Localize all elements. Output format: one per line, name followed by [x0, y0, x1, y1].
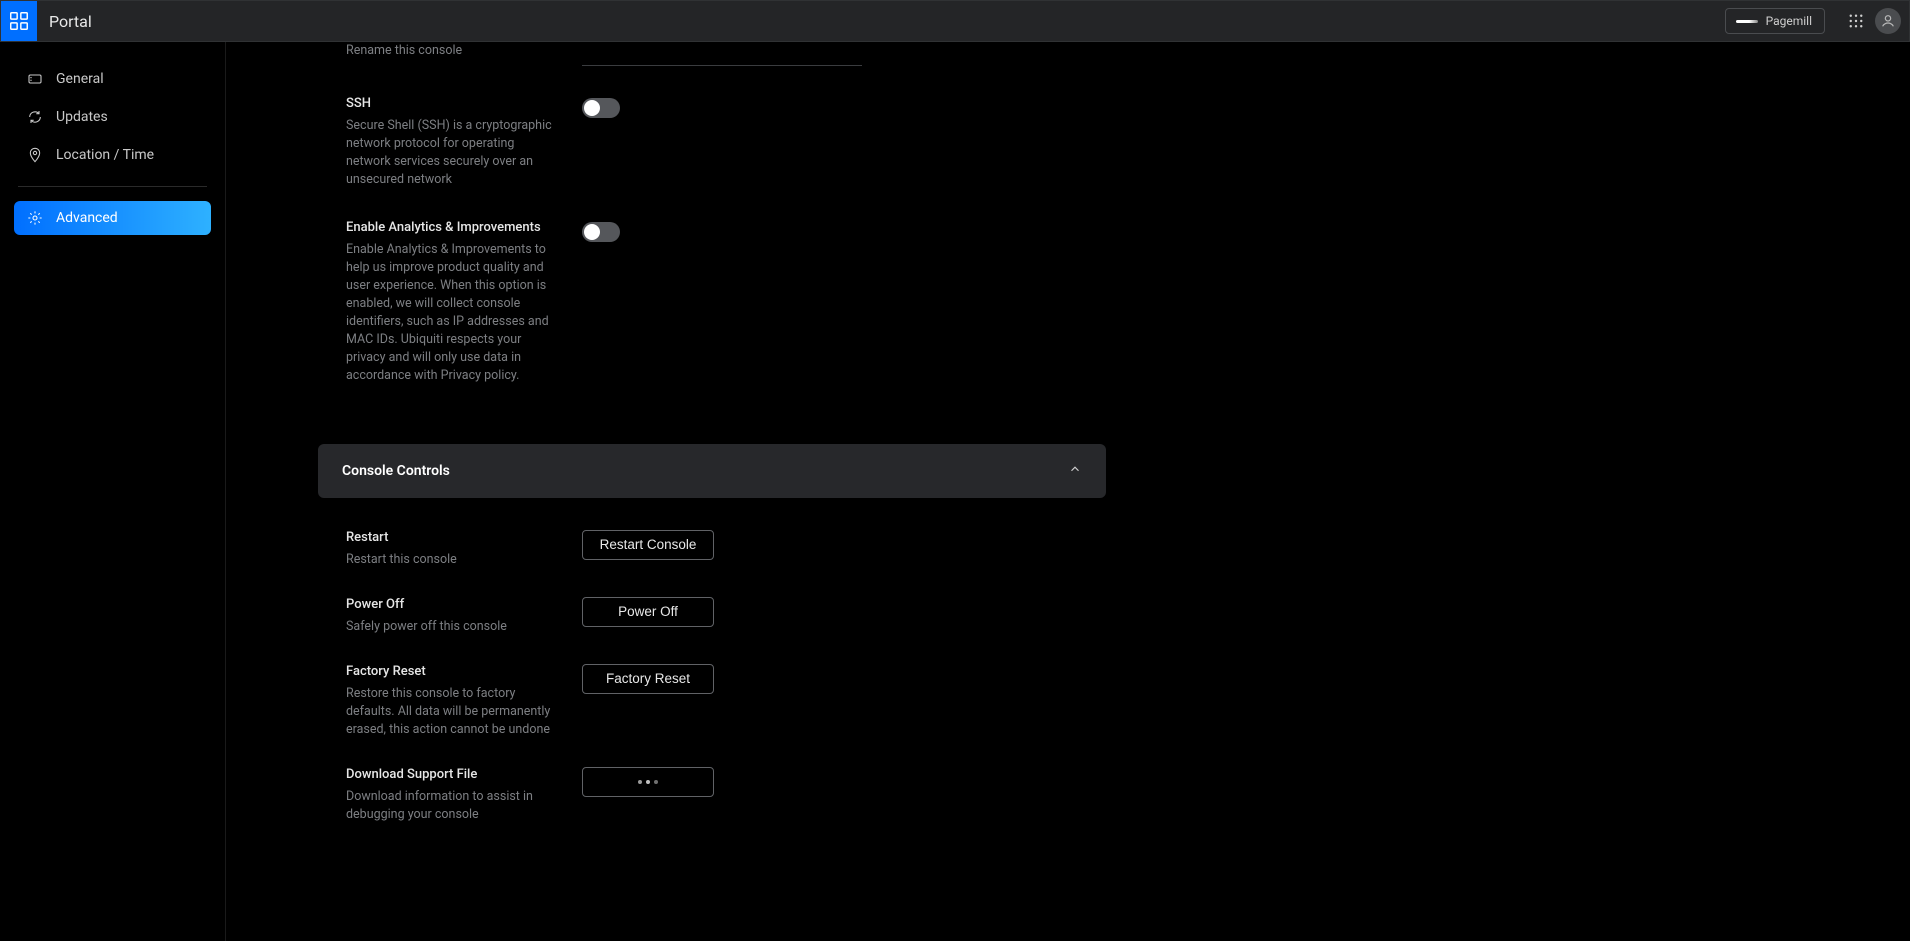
control-factory-reset: Factory Reset Restore this console to fa…	[318, 650, 1106, 753]
apps-grid-button[interactable]	[1843, 8, 1869, 34]
setting-title: Restart	[346, 530, 562, 545]
setting-ssh: SSH Secure Shell (SSH) is a cryptographi…	[318, 84, 1106, 208]
section-title: Console Controls	[342, 463, 450, 479]
setting-title: SSH	[346, 96, 562, 111]
setting-desc: Enable Analytics & Improvements to help …	[346, 241, 562, 386]
control-poweroff: Power Off Safely power off this console …	[318, 583, 1106, 650]
topbar: Portal Pagemill	[0, 0, 1910, 42]
location-icon	[26, 146, 44, 164]
setting-desc: Rename this console	[346, 42, 562, 60]
setting-title: Power Off	[346, 597, 562, 612]
factory-reset-button[interactable]: Factory Reset	[582, 664, 714, 694]
setting-analytics: Enable Analytics & Improvements Enable A…	[318, 208, 1106, 404]
setting-desc: Secure Shell (SSH) is a cryptographic ne…	[346, 117, 562, 190]
rename-input[interactable]	[582, 44, 862, 66]
analytics-toggle[interactable]	[582, 222, 620, 242]
sidebar-divider	[18, 186, 207, 187]
setting-title: Factory Reset	[346, 664, 562, 679]
app-logo[interactable]	[1, 1, 37, 41]
user-icon	[1880, 13, 1896, 29]
power-off-button[interactable]: Power Off	[582, 597, 714, 627]
sidebar-item-label: General	[56, 71, 104, 87]
setting-title: Enable Analytics & Improvements	[346, 220, 562, 235]
sidebar-item-location-time[interactable]: Location / Time	[14, 138, 211, 172]
account-selector[interactable]: Pagemill	[1725, 8, 1825, 34]
account-label: Pagemill	[1766, 14, 1812, 28]
sidebar-item-label: Location / Time	[56, 147, 154, 163]
setting-desc: Restart this console	[346, 551, 562, 569]
setting-desc: Download information to assist in debugg…	[346, 788, 562, 824]
setting-title: Download Support File	[346, 767, 562, 782]
dashboard-icon	[8, 10, 30, 32]
sidebar: General Updates Location / Time Advanced	[0, 42, 226, 941]
sidebar-item-label: Updates	[56, 109, 108, 125]
user-avatar-button[interactable]	[1875, 8, 1901, 34]
content-area: Rename this console SSH Secure Shell (SS…	[226, 42, 1910, 941]
gear-icon	[26, 209, 44, 227]
sidebar-item-updates[interactable]: Updates	[14, 100, 211, 134]
chevron-up-icon	[1068, 462, 1082, 480]
grid-icon	[1847, 12, 1865, 30]
sidebar-item-general[interactable]: General	[14, 62, 211, 96]
control-restart: Restart Restart this console Restart Con…	[318, 516, 1106, 583]
loading-dots-icon	[638, 780, 658, 784]
setting-rename: Rename this console	[318, 42, 1106, 84]
brand-mark-icon	[1736, 16, 1758, 26]
ssh-toggle[interactable]	[582, 98, 620, 118]
console-controls-header[interactable]: Console Controls	[318, 444, 1106, 498]
setting-desc: Restore this console to factory defaults…	[346, 685, 562, 739]
console-controls-body: Restart Restart this console Restart Con…	[318, 516, 1106, 839]
app-title: Portal	[49, 12, 92, 31]
advanced-settings: Rename this console SSH Secure Shell (SS…	[318, 42, 1106, 404]
sidebar-item-label: Advanced	[56, 210, 118, 226]
restart-console-button[interactable]: Restart Console	[582, 530, 714, 560]
console-icon	[26, 70, 44, 88]
refresh-icon	[26, 108, 44, 126]
download-support-file-button[interactable]	[582, 767, 714, 797]
sidebar-item-advanced[interactable]: Advanced	[14, 201, 211, 235]
setting-desc: Safely power off this console	[346, 618, 562, 636]
control-support-file: Download Support File Download informati…	[318, 753, 1106, 838]
